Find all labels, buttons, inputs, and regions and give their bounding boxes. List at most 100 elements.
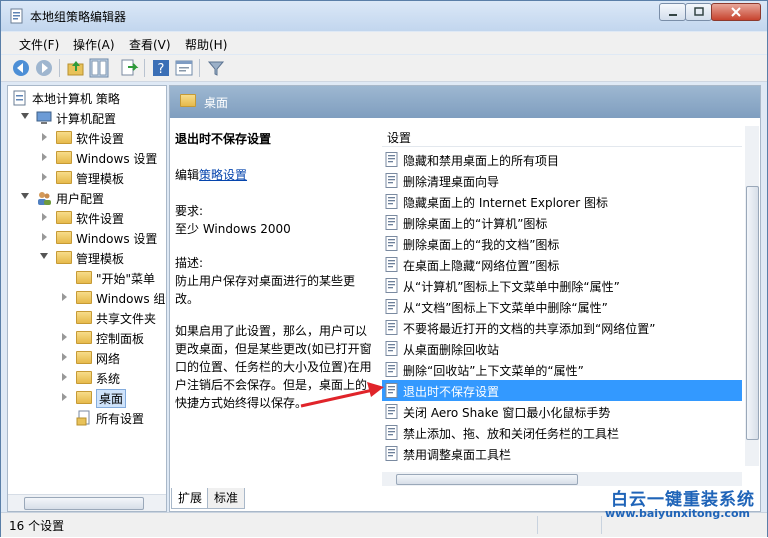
list-horizontal-scrollbar[interactable] — [382, 472, 742, 486]
policy-setting-icon — [385, 215, 398, 230]
expand-arrow-icon[interactable] — [40, 253, 48, 259]
setting-row-label: 不要将最近打开的文档的共享添加到“网络位置” — [403, 322, 656, 336]
tree-item-root[interactable]: 本地计算机 策略 — [12, 88, 166, 108]
tree-item-label: 共享文件夹 — [96, 312, 157, 326]
expand-arrow-icon[interactable] — [21, 113, 29, 119]
forward-icon[interactable] — [34, 58, 54, 78]
setting-row[interactable]: 删除桌面上的“我的文档”图标 — [382, 233, 742, 254]
policy-setting-icon — [385, 152, 398, 167]
navigation-tree[interactable]: 本地计算机 策略 计算机配置 软件设置 Windows 设置 管理模板 用户配置 — [7, 85, 167, 512]
computer-icon — [36, 111, 52, 124]
folder-icon — [56, 171, 72, 184]
setting-row[interactable]: 隐藏和禁用桌面上的所有项目 — [382, 149, 742, 170]
setting-row[interactable]: 删除桌面上的“计算机”图标 — [382, 212, 742, 233]
tree-item-label: Windows 组件 — [96, 292, 166, 306]
tree-horizontal-scrollbar[interactable] — [8, 494, 166, 511]
menu-file[interactable]: 文件(F) — [19, 36, 59, 53]
setting-row[interactable]: 退出时不保存设置 — [382, 380, 742, 401]
back-icon[interactable] — [11, 58, 31, 78]
tree-item-system[interactable]: 系统 — [12, 368, 166, 388]
setting-row[interactable]: 禁止添加、拖、放和关闭任务栏的工具栏 — [382, 422, 742, 443]
maximize-icon — [693, 7, 704, 16]
settings-column-header[interactable]: 设置 — [382, 124, 742, 147]
close-icon — [731, 7, 741, 17]
tree-item-network[interactable]: 网络 — [12, 348, 166, 368]
setting-row[interactable]: 不要将最近打开的文档的共享添加到“网络位置” — [382, 317, 742, 338]
setting-row[interactable]: 从“文档”图标上下文菜单中删除“属性” — [382, 296, 742, 317]
setting-row-label: 从桌面删除回收站 — [403, 343, 500, 357]
maximize-button[interactable] — [685, 3, 712, 21]
expand-arrow-icon[interactable] — [42, 233, 47, 241]
tree-item-uc-admin[interactable]: 管理模板 — [12, 248, 166, 268]
tree-item-shared-folders[interactable]: 共享文件夹 — [12, 308, 166, 328]
close-button[interactable] — [711, 3, 761, 21]
show-hide-tree-icon[interactable] — [89, 58, 109, 78]
export-list-icon[interactable] — [119, 58, 139, 78]
filter-icon[interactable] — [206, 58, 226, 78]
policy-setting-icon — [385, 278, 398, 293]
menu-help[interactable]: 帮助(H) — [185, 36, 227, 53]
setting-row[interactable]: 禁用调整桌面工具栏 — [382, 443, 742, 464]
expand-arrow-icon[interactable] — [62, 333, 67, 341]
all-settings-icon — [76, 410, 90, 426]
description-text: 防止用户保存对桌面进行的某些更改。 — [175, 274, 356, 306]
policy-setting-icon — [385, 173, 398, 188]
policy-setting-icon — [385, 257, 398, 272]
tree-item-label: 桌面 — [96, 389, 127, 408]
edit-policy-link[interactable]: 策略设置 — [199, 168, 247, 182]
tree-item-user-config[interactable]: 用户配置 — [12, 188, 166, 208]
folder-icon — [76, 391, 92, 404]
tree-item-cc-admin[interactable]: 管理模板 — [12, 168, 166, 188]
setting-row[interactable]: 关闭 Aero Shake 窗口最小化鼠标手势 — [382, 401, 742, 422]
menu-view[interactable]: 查看(V) — [129, 36, 171, 53]
minimize-button[interactable] — [659, 3, 686, 21]
expand-arrow-icon[interactable] — [42, 213, 47, 221]
expand-arrow-icon[interactable] — [62, 373, 67, 381]
tab-standard[interactable]: 标准 — [207, 488, 246, 509]
tree-item-windows-components[interactable]: Windows 组件 — [12, 288, 166, 308]
setting-row[interactable]: 从桌面删除回收站 — [382, 338, 742, 359]
list-vertical-scrollbar[interactable] — [745, 126, 759, 466]
scrollbar-thumb[interactable] — [24, 497, 144, 510]
setting-row[interactable]: 隐藏桌面上的 Internet Explorer 图标 — [382, 191, 742, 212]
expand-arrow-icon[interactable] — [62, 293, 67, 301]
setting-row-label: 删除桌面上的“我的文档”图标 — [403, 238, 560, 252]
expand-arrow-icon[interactable] — [42, 153, 47, 161]
policy-setting-icon — [385, 194, 398, 209]
tree-item-label: 所有设置 — [96, 412, 145, 426]
watermark: 白云一键重装系统 www.baiyunxitong.com — [603, 485, 768, 525]
folder-icon — [76, 311, 92, 324]
expand-arrow-icon[interactable] — [42, 173, 47, 181]
setting-row[interactable]: 删除“回收站”上下文菜单的“属性” — [382, 359, 742, 380]
description-detail: 如果启用了此设置，那么，用户可以更改桌面，但是某些更改(如已打开窗口的位置、任务… — [175, 324, 372, 410]
tree-item-uc-windows[interactable]: Windows 设置 — [12, 228, 166, 248]
scrollbar-thumb[interactable] — [396, 474, 578, 485]
tree-item-label: Windows 设置 — [76, 152, 158, 166]
tab-extended[interactable]: 扩展 — [171, 488, 210, 509]
tree-item-all-settings[interactable]: 所有设置 — [12, 408, 166, 428]
setting-row[interactable]: 删除清理桌面向导 — [382, 170, 742, 191]
policy-setting-icon — [385, 404, 398, 419]
tree-item-uc-software[interactable]: 软件设置 — [12, 208, 166, 228]
tree-item-cc-windows[interactable]: Windows 设置 — [12, 148, 166, 168]
setting-row-label: 禁止添加、拖、放和关闭任务栏的工具栏 — [403, 427, 620, 441]
setting-row-label: 删除清理桌面向导 — [403, 175, 500, 189]
expand-arrow-icon[interactable] — [21, 193, 29, 199]
setting-row[interactable]: 从“计算机”图标上下文菜单中删除“属性” — [382, 275, 742, 296]
up-folder-icon[interactable] — [66, 58, 86, 78]
tree-item-cc-software[interactable]: 软件设置 — [12, 128, 166, 148]
expand-arrow-icon[interactable] — [62, 353, 67, 361]
tree-item-start-menu[interactable]: "开始"菜单 — [12, 268, 166, 288]
properties-icon[interactable] — [174, 58, 194, 78]
setting-row[interactable]: 在桌面上隐藏“网络位置”图标 — [382, 254, 742, 275]
menu-action[interactable]: 操作(A) — [73, 36, 115, 53]
expand-arrow-icon[interactable] — [62, 393, 67, 401]
title-bar: 本地组策略编辑器 — [1, 1, 767, 31]
tree-item-control-panel[interactable]: 控制面板 — [12, 328, 166, 348]
expand-arrow-icon[interactable] — [42, 133, 47, 141]
help-icon[interactable]: ? — [151, 58, 171, 78]
scrollbar-thumb[interactable] — [746, 186, 759, 440]
edit-policy-line: 编辑策略设置 — [175, 166, 247, 184]
tree-item-computer-config[interactable]: 计算机配置 — [12, 108, 166, 128]
tree-item-desktop[interactable]: 桌面 — [12, 388, 166, 408]
